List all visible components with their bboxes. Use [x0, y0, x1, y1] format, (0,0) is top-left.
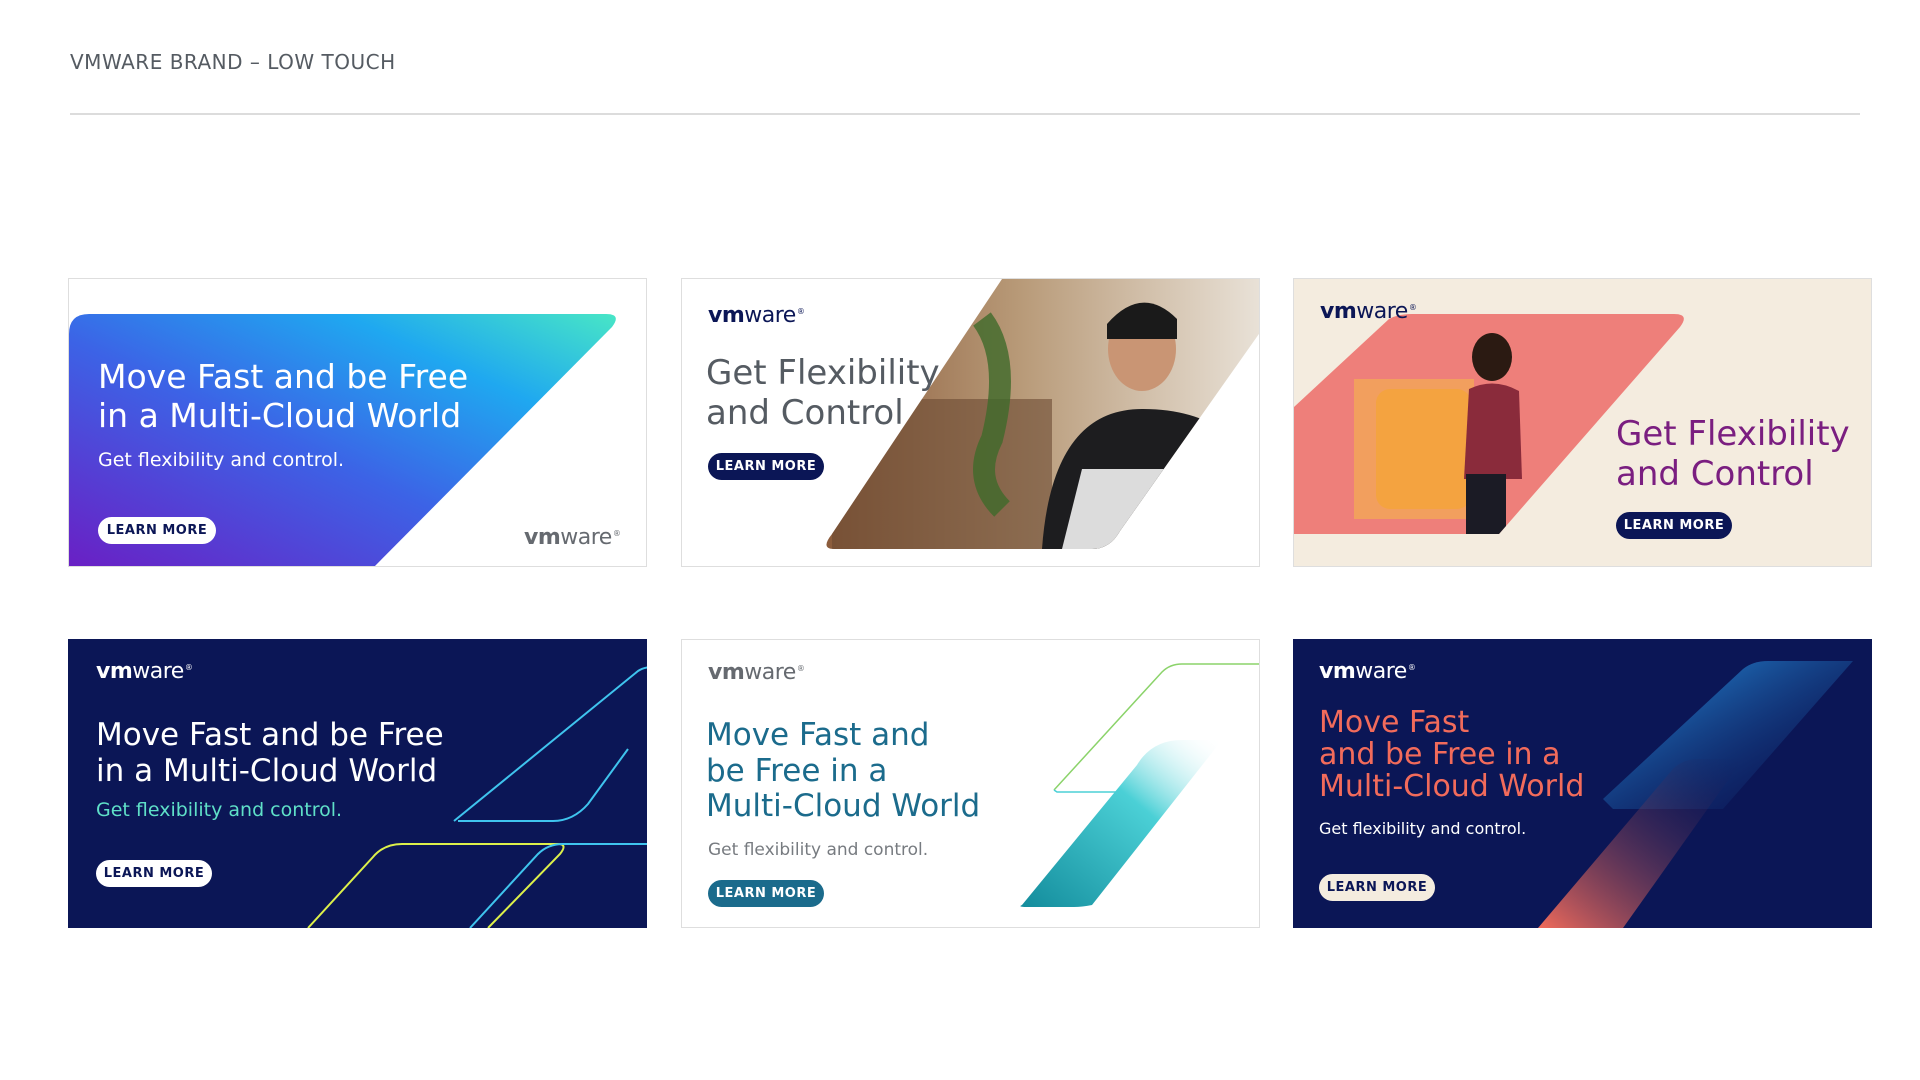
banner-subheadline: Get flexibility and control. [1319, 819, 1527, 838]
banner-headline: Move Fast and be Free in a Multi-Cloud W… [706, 717, 981, 825]
banner-navy-coral[interactable]: vmware® Move Fast and be Free in a Multi… [1293, 639, 1872, 928]
banner-subheadline: Get flexibility and control. [708, 840, 929, 860]
learn-more-button[interactable]: LEARN MORE [98, 517, 216, 544]
vmware-logo: vmware® [1320, 299, 1417, 324]
banner-white-teal[interactable]: vmware® Move Fast and be Free in a Multi… [681, 639, 1260, 928]
banner-headline: Move Fast and be Free in a Multi-Cloud W… [96, 717, 444, 789]
banner-headline: Get Flexibility and Control [706, 353, 940, 433]
banner-photo-man[interactable]: vmware® Get Flexibility and Control LEAR… [681, 278, 1260, 567]
banner-photo-backpack[interactable]: vmware® Get Flexibility and Control LEAR… [1293, 278, 1872, 567]
banner-gradient[interactable]: Move Fast and be Free in a Multi-Cloud W… [68, 278, 647, 567]
learn-more-button[interactable]: LEARN MORE [708, 880, 824, 907]
banner-headline: Move Fast and be Free in a Multi-Cloud W… [98, 357, 469, 435]
banner-subheadline: Get flexibility and control. [96, 799, 343, 821]
learn-more-button[interactable]: LEARN MORE [1319, 874, 1435, 901]
banner-headline: Move Fast and be Free in a Multi-Cloud W… [1319, 705, 1585, 805]
header-divider [70, 113, 1860, 115]
vmware-logo: vmware® [708, 660, 805, 685]
vmware-logo: vmware® [524, 525, 621, 550]
banner-subheadline: Get flexibility and control. [98, 449, 345, 471]
vmware-logo: vmware® [96, 659, 193, 684]
vmware-logo: vmware® [1319, 659, 1416, 684]
vmware-logo: vmware® [708, 303, 805, 328]
page-title: VMWARE BRAND – LOW TOUCH [70, 50, 396, 74]
learn-more-button[interactable]: LEARN MORE [708, 453, 824, 480]
learn-more-button[interactable]: LEARN MORE [96, 860, 212, 887]
banner-navy-lines[interactable]: vmware® Move Fast and be Free in a Multi… [68, 639, 647, 928]
banner-headline: Get Flexibility and Control [1616, 414, 1850, 494]
learn-more-button[interactable]: LEARN MORE [1616, 512, 1732, 539]
